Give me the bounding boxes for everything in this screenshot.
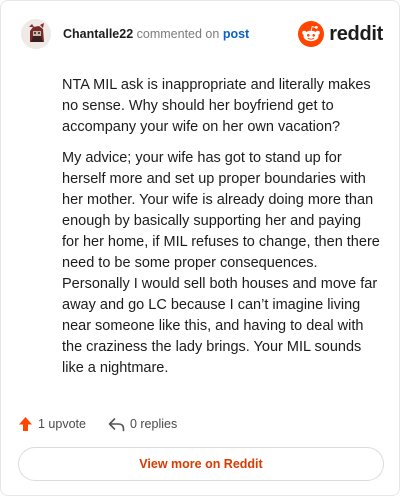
post-link[interactable]: post [223,27,249,41]
upvote-button[interactable]: 1 upvote [18,416,86,432]
reddit-logo[interactable]: reddit [298,20,383,48]
comment-byline: Chantalle22 commented on post [63,27,249,42]
upvote-arrow-icon [19,417,32,431]
reply-arrow-icon [108,417,125,431]
comment-paragraph: NTA MIL ask is inappropriate and literal… [62,77,371,135]
username[interactable]: Chantalle22 [63,27,133,41]
commented-on-label: commented on [136,27,220,41]
view-more-on-reddit-button[interactable]: View more on Reddit [18,447,384,481]
replies-count: 0 replies [129,417,178,431]
replies-button[interactable]: 0 replies [108,417,177,432]
comment-paragraph: My advice; your wife has got to stand up… [62,150,380,376]
avatar[interactable] [21,19,51,49]
comment-header: Chantalle22 commented on post reddit [21,19,383,49]
reddit-snoo-icon [298,21,325,47]
comment-body: NTA MIL ask is inappropriate and literal… [62,75,380,389]
reddit-wordmark: reddit [329,22,383,45]
upvote-count: 1 upvote [38,417,86,431]
comment-actions: 1 upvote 0 replies [18,413,177,435]
embedded-comment-card: Chantalle22 commented on post reddit NTA… [0,0,400,496]
